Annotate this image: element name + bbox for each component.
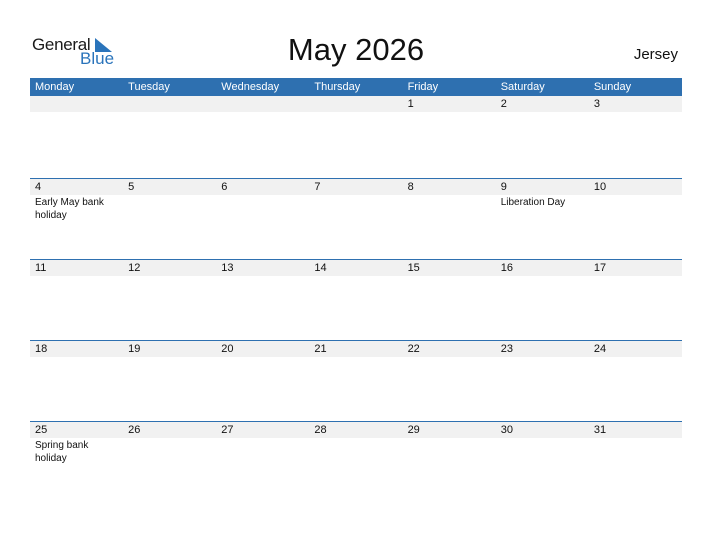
day-number xyxy=(309,96,402,112)
holiday-label xyxy=(403,357,496,358)
weekday-label: Tuesday xyxy=(128,81,170,93)
day-number: 15 xyxy=(407,262,420,274)
holiday-label xyxy=(123,112,216,113)
holiday-label xyxy=(309,195,402,222)
holiday-label xyxy=(309,112,402,113)
day-number: 14 xyxy=(314,262,327,274)
event-row: Spring bank holiday xyxy=(30,438,682,465)
weekday-label: Wednesday xyxy=(221,81,280,93)
day-number: 4 xyxy=(35,181,42,193)
day-number: 27 xyxy=(221,424,234,436)
day-number: 5 xyxy=(128,181,135,193)
week-row: 18 19 20 21 22 23 24 xyxy=(30,340,682,421)
day-number: 8 xyxy=(407,181,414,193)
day-number: 17 xyxy=(593,262,607,274)
day-number: 19 xyxy=(128,343,141,355)
weekday-label: Monday xyxy=(35,81,75,93)
day-number: 6 xyxy=(221,181,228,193)
event-row xyxy=(30,112,682,113)
holiday-label xyxy=(589,112,682,113)
event-row xyxy=(30,276,682,277)
day-number: 1 xyxy=(407,98,414,110)
day-number xyxy=(123,96,216,112)
day-number: 11 xyxy=(35,262,47,274)
day-number: 21 xyxy=(314,343,327,355)
day-number: 3 xyxy=(593,98,600,110)
week-row: 25 26 27 28 29 30 31 Spring bank holiday xyxy=(30,421,682,502)
holiday-label xyxy=(309,276,402,277)
page-title: May 2026 xyxy=(287,32,425,67)
holiday-label xyxy=(309,438,402,465)
holiday-label xyxy=(496,357,589,358)
holiday-label xyxy=(30,357,123,358)
day-number: 7 xyxy=(314,181,321,193)
holiday-label xyxy=(30,112,123,113)
day-number: 24 xyxy=(593,343,607,355)
day-number-row: 11 12 13 14 15 16 17 xyxy=(30,260,682,276)
weekday-label: Saturday xyxy=(500,81,545,93)
day-number-row: 25 26 27 28 29 30 31 xyxy=(30,422,682,438)
holiday-label: Liberation Day xyxy=(500,197,566,208)
holiday-label xyxy=(496,438,589,465)
week-row: 11 12 13 14 15 16 17 xyxy=(30,259,682,340)
holiday-label: Early May bank holiday xyxy=(35,197,104,221)
day-number: 2 xyxy=(500,98,507,110)
day-number: 18 xyxy=(35,343,48,355)
week-row: 4 5 6 7 8 9 10 Early May bank holiday Liberation… xyxy=(30,178,682,259)
holiday-label xyxy=(403,438,496,465)
weekday-label: Thursday xyxy=(314,81,361,93)
day-number: 10 xyxy=(593,181,607,193)
week-row: 1 2 3 xyxy=(30,96,682,178)
holiday-label xyxy=(216,195,309,222)
holiday-label xyxy=(30,276,123,277)
holiday-label xyxy=(216,357,309,358)
weekday-header: Monday Tuesday Wednesday Thursday Friday… xyxy=(30,78,682,96)
event-row xyxy=(30,357,682,358)
holiday-label xyxy=(216,112,309,113)
holiday-label xyxy=(309,357,402,358)
holiday-label xyxy=(403,276,496,277)
weekday-label: Friday xyxy=(407,81,439,93)
day-number: 29 xyxy=(407,424,420,436)
holiday-label xyxy=(216,438,309,465)
day-number: 26 xyxy=(128,424,141,436)
day-number: 30 xyxy=(500,424,513,436)
holiday-label xyxy=(123,195,216,222)
day-number-row: 18 19 20 21 22 23 24 xyxy=(30,341,682,357)
day-number: 31 xyxy=(593,424,607,436)
holiday-label xyxy=(589,438,682,465)
holiday-label xyxy=(496,276,589,277)
holiday-label xyxy=(216,276,309,277)
weekday-label: Sunday xyxy=(593,81,632,93)
day-number: 25 xyxy=(35,424,48,436)
holiday-label xyxy=(403,112,496,113)
day-number: 13 xyxy=(221,262,234,274)
day-number xyxy=(30,96,123,112)
country-label: Jersey xyxy=(633,46,678,63)
day-number: 22 xyxy=(407,343,420,355)
holiday-label xyxy=(123,438,216,465)
holiday-label xyxy=(589,195,682,222)
day-number: 20 xyxy=(221,343,234,355)
day-number: 12 xyxy=(128,262,141,274)
holiday-label: Spring bank holiday xyxy=(35,440,89,464)
day-number-row: 4 5 6 7 8 9 10 xyxy=(30,179,682,195)
day-number xyxy=(216,96,309,112)
calendar-grid: Monday Tuesday Wednesday Thursday Friday… xyxy=(30,78,682,502)
day-number-row: 1 2 3 xyxy=(30,96,682,112)
day-number: 16 xyxy=(500,262,513,274)
event-row: Early May bank holiday Liberation Day xyxy=(30,195,682,222)
holiday-label xyxy=(589,357,682,358)
day-number: 9 xyxy=(500,181,507,193)
holiday-label xyxy=(123,276,216,277)
day-number: 23 xyxy=(500,343,513,355)
holiday-label xyxy=(589,276,682,277)
holiday-label xyxy=(123,357,216,358)
holiday-label xyxy=(403,195,496,222)
day-number: 28 xyxy=(314,424,327,436)
holiday-label xyxy=(496,112,589,113)
